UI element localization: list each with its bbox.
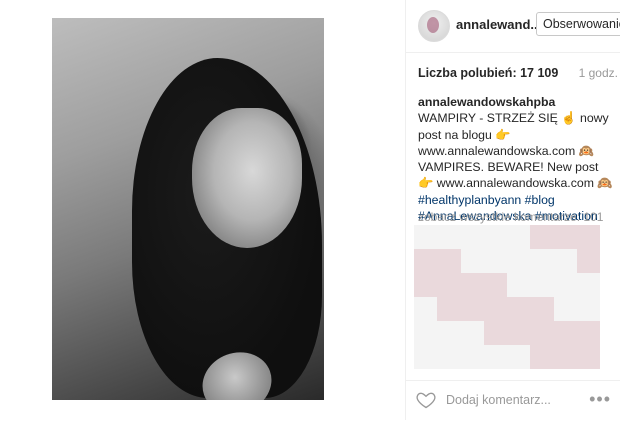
mosaic-cell xyxy=(483,321,507,345)
mosaic-cell xyxy=(530,345,554,369)
mosaic-cell xyxy=(414,321,438,345)
mosaic-cell xyxy=(460,321,484,345)
mosaic-cell xyxy=(437,225,461,249)
mosaic-cell xyxy=(576,273,600,297)
mosaic-cell xyxy=(437,249,461,273)
comment-input[interactable] xyxy=(446,391,576,409)
post-header: annalewand... Obserwowanie xyxy=(406,0,620,53)
mosaic-cell xyxy=(460,249,484,273)
likes-count[interactable]: Liczba polubień: 17 109 xyxy=(418,66,558,80)
mosaic-cell xyxy=(507,273,531,297)
post-photo[interactable] xyxy=(52,18,324,400)
photo-face xyxy=(192,108,302,248)
mosaic-cell xyxy=(437,297,461,321)
post-time[interactable]: 1 godz. xyxy=(579,66,618,80)
comments-blurred xyxy=(414,225,600,369)
mosaic-cell xyxy=(414,297,438,321)
follow-button[interactable]: Obserwowanie xyxy=(536,12,620,36)
mosaic-cell xyxy=(553,321,577,345)
avatar[interactable] xyxy=(418,10,450,42)
mosaic-cell xyxy=(553,225,577,249)
mosaic-cell xyxy=(553,273,577,297)
mosaic-cell xyxy=(507,345,531,369)
mosaic-cell xyxy=(414,225,438,249)
mosaic-cell xyxy=(414,345,438,369)
mosaic-cell xyxy=(507,249,531,273)
mosaic-cell xyxy=(553,297,577,321)
mosaic-cell xyxy=(437,273,461,297)
mosaic-cell xyxy=(460,225,484,249)
mosaic-cell xyxy=(576,249,600,273)
mosaic-cell xyxy=(460,345,484,369)
mosaic-cell xyxy=(553,249,577,273)
caption-text: WAMPIRY - STRZEŻ SIĘ ☝ nowy post na blog… xyxy=(418,111,613,191)
mosaic-cell xyxy=(460,273,484,297)
mosaic-cell xyxy=(414,273,438,297)
mosaic-cell xyxy=(576,345,600,369)
view-all-comments-link[interactable]: zobacz wszystkie komentarze: 101 xyxy=(418,210,603,224)
caption-author[interactable]: annalewandowskahpba xyxy=(418,95,555,109)
mosaic-cell xyxy=(483,345,507,369)
mosaic-cell xyxy=(530,249,554,273)
mosaic-cell xyxy=(530,297,554,321)
mosaic-cell xyxy=(507,321,531,345)
mosaic-cell xyxy=(437,345,461,369)
mosaic-cell xyxy=(576,297,600,321)
mosaic-cell xyxy=(483,297,507,321)
mosaic-cell xyxy=(576,321,600,345)
heart-icon[interactable] xyxy=(416,390,436,410)
mosaic-cell xyxy=(437,321,461,345)
mosaic-cell xyxy=(507,225,531,249)
post-sidebar: annalewand... Obserwowanie Liczba polubi… xyxy=(405,0,620,420)
mosaic-cell xyxy=(553,345,577,369)
mosaic-cell xyxy=(414,249,438,273)
mosaic-cell xyxy=(530,321,554,345)
mosaic-cell xyxy=(483,273,507,297)
photo-area xyxy=(0,0,405,420)
mosaic-cell xyxy=(507,297,531,321)
username-link[interactable]: annalewand... xyxy=(456,17,541,32)
mosaic-cell xyxy=(530,273,554,297)
post-footer: ••• xyxy=(406,380,620,421)
mosaic-cell xyxy=(460,297,484,321)
mosaic-cell xyxy=(576,225,600,249)
more-options-icon[interactable]: ••• xyxy=(589,389,611,410)
mosaic-cell xyxy=(483,225,507,249)
mosaic-cell xyxy=(483,249,507,273)
mosaic-cell xyxy=(530,225,554,249)
likes-row: Liczba polubień: 17 109 1 godz. xyxy=(418,66,618,80)
